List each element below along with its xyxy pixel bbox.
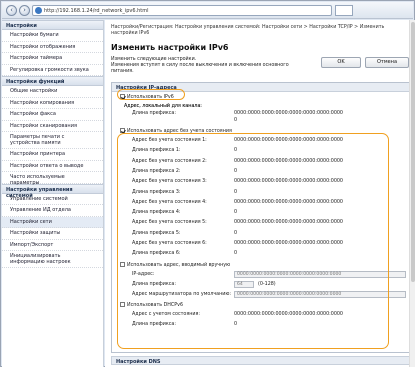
scrollbar[interactable] — [409, 20, 415, 367]
sidebar-item[interactable]: Параметры печати с устройства памяти — [2, 132, 103, 149]
sidebar-item[interactable]: Настройки копирования — [2, 98, 103, 109]
sidebar-item[interactable]: Управление системой — [2, 194, 103, 205]
sidebar-item[interactable]: Настройки принтера — [2, 149, 103, 161]
back-icon[interactable]: ‹ — [6, 5, 17, 16]
local-address-label: Адрес, локальный для канала: — [124, 104, 202, 109]
sidebar-section: Настройки — [2, 20, 103, 30]
breadcrumb: Настройки/Регистрация: Настройки управле… — [111, 25, 385, 36]
local-address-value: 0000:0000:0000:0000:0000:0000:0000:0000 — [234, 111, 343, 116]
sidebar-item[interactable]: Настройки бумаги — [2, 30, 103, 42]
address-bar[interactable]: http://192.168.1.24/rd_network_ipv6.html — [32, 5, 332, 16]
local-prefix-value: 0 — [234, 118, 238, 123]
sidebar-item[interactable]: Инициализировать информацию настроек — [2, 251, 103, 268]
highlight-address-group — [117, 133, 389, 349]
forward-icon[interactable]: › — [19, 5, 30, 16]
local-prefix-label: Длина префикса: — [132, 111, 176, 116]
sidebar-item[interactable]: Настройки сети — [2, 216, 103, 228]
sidebar-item[interactable]: Общие настройки — [2, 86, 103, 98]
sidebar-item[interactable]: Часто используемые параметры — [2, 172, 103, 185]
sidebar-item[interactable]: Настройки сканирования — [2, 121, 103, 132]
info-message: Изменить следующие настройки. Изменения … — [111, 57, 289, 74]
url-text: http://192.168.1.24/rd_network_ipv6.html — [44, 8, 149, 14]
ok-button[interactable]: OK — [321, 57, 361, 68]
browser-toolbar: ‹ › http://192.168.1.24/rd_network_ipv6.… — [2, 2, 413, 19]
sidebar: Настройки Настройки бумаги Настройки отобр… — [2, 20, 104, 367]
dns-settings-header: Настройки DNS — [111, 356, 411, 365]
sidebar-section: Настройки функций — [2, 76, 103, 86]
sidebar-item[interactable]: Настройки факса — [2, 109, 103, 121]
cancel-button[interactable]: Отмена — [365, 57, 409, 68]
sidebar-item[interactable]: Настройки отображения — [2, 42, 103, 53]
scrollbar-thumb[interactable] — [411, 22, 415, 282]
sidebar-item[interactable]: Импорт/Экспорт — [2, 240, 103, 251]
sidebar-item[interactable]: Управление ИД отдела — [2, 205, 103, 217]
highlight-use-ipv6 — [117, 89, 185, 100]
browser-tab[interactable] — [335, 5, 353, 16]
browser-window: ‹ › http://192.168.1.24/rd_network_ipv6.… — [0, 0, 415, 367]
sidebar-item[interactable]: Настройки ответа о выводе — [2, 161, 103, 172]
sidebar-item[interactable]: Регулировка громкости звука — [2, 65, 103, 76]
sidebar-item[interactable]: Настройки защиты — [2, 228, 103, 240]
page-title: Изменить настройки IPv6 — [111, 43, 229, 52]
browser-logo-icon — [35, 7, 42, 14]
sidebar-item[interactable]: Настройки таймера — [2, 53, 103, 65]
